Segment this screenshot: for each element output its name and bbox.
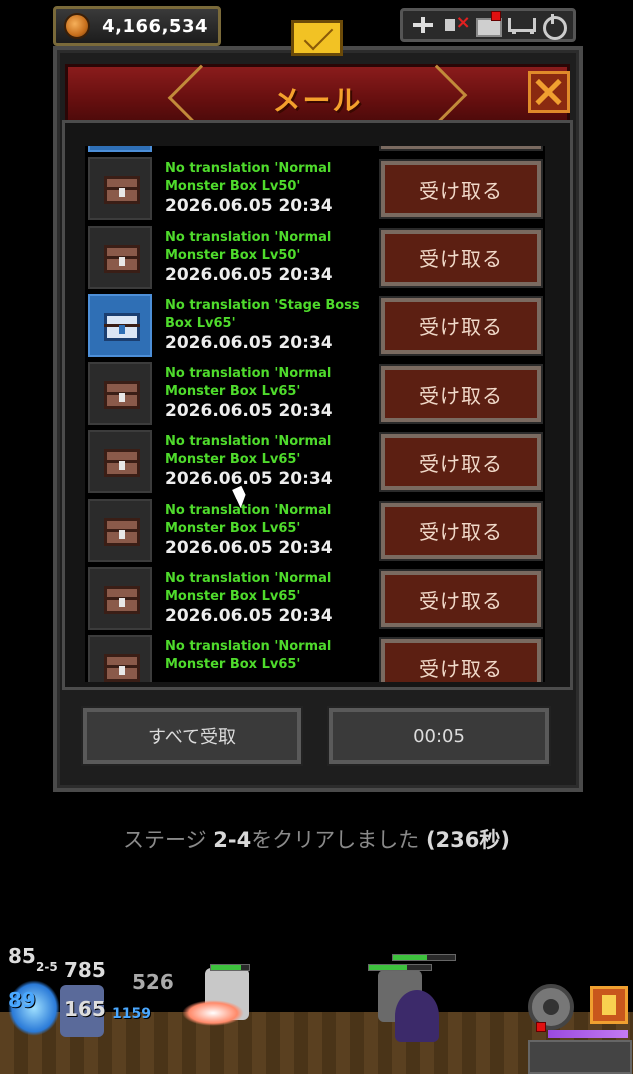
- claim-button[interactable]: 受け取る: [379, 227, 543, 288]
- mail-item-date: 2026.06.05 20:34: [165, 401, 333, 422]
- shop-cart-icon[interactable]: [507, 14, 537, 36]
- window-title: メール: [272, 84, 363, 117]
- mail-item-date: 2026.06.05 20:34: [165, 264, 333, 285]
- mail-row: No translation 'Normal Monster Box Lv65'…: [85, 496, 545, 564]
- hp-bar: [210, 964, 250, 971]
- enemy-hp-bar-2: [392, 954, 456, 961]
- xp-bar: [548, 1030, 628, 1038]
- monster-box-icon: [88, 567, 152, 631]
- monster-box-icon: [88, 225, 152, 289]
- bottom-right-panel[interactable]: [528, 1040, 632, 1074]
- witch-enemy: [395, 990, 439, 1042]
- alert-dot: [536, 1022, 546, 1032]
- mail-row: No translation 'Normal Monster Box Lv65'…: [85, 632, 545, 682]
- coin-icon: [64, 13, 90, 39]
- damage-number: 85: [8, 944, 36, 968]
- mail-item-date: 2026.06.05 20:34: [165, 537, 333, 558]
- damage-number: 1159: [112, 1006, 151, 1022]
- mail-item-date: 2026.06.05 20:34: [165, 332, 333, 353]
- mail-item-name: No translation 'Normal Monster Box Lv65': [165, 571, 332, 605]
- claim-button[interactable]: 受け取る: [379, 146, 543, 151]
- monster-box-icon: [88, 635, 152, 682]
- mail-item-name: No translation 'Normal Monster Box Lv65': [165, 639, 332, 673]
- mail-item-name: No translation 'Stage Boss Box Lv65': [165, 297, 360, 331]
- title-bar: メール: [65, 64, 570, 124]
- damage-number: 165: [64, 997, 106, 1021]
- mail-item-date: 2026.06.05 20:34: [165, 196, 333, 217]
- stage-prefix: ステージ: [123, 828, 214, 852]
- power-icon[interactable]: [540, 14, 567, 40]
- envelope-icon: [291, 20, 343, 56]
- claim-button[interactable]: 受け取る: [379, 569, 543, 630]
- top-icon-bar: [400, 8, 576, 42]
- sword-icon[interactable]: [410, 14, 436, 36]
- gold-display: 4,166,534: [53, 6, 221, 46]
- mail-item-name: No translation 'Normal Monster Box Lv50': [165, 161, 332, 195]
- monster-box-icon: [88, 498, 152, 562]
- stage-middle: をクリアしました: [251, 828, 426, 852]
- damage-number: 89: [8, 988, 36, 1012]
- timer-button[interactable]: 00:05: [327, 706, 551, 766]
- mute-icon[interactable]: [443, 12, 471, 36]
- monster-box-icon: [88, 362, 152, 426]
- mail-row: No translation 'Normal Monster Box Lv65'…: [85, 359, 545, 427]
- mail-row: No translation 'Stage Boss Box Lv65' 2026…: [85, 291, 545, 359]
- stage-clear-message: ステージ 2-4をクリアしました (236秒): [0, 824, 633, 854]
- claim-button[interactable]: 受け取る: [379, 432, 543, 493]
- stage-number: 2-4: [213, 828, 252, 852]
- mail-row: No translation 'Normal Monster Box Lv65'…: [85, 564, 545, 632]
- mail-item-date: 2026.06.05 20:34: [165, 606, 333, 627]
- mail-row: No translation 'Normal Monster Box Lv65'…: [85, 427, 545, 495]
- mail-item-date: 2026.06.05 20:34: [165, 469, 333, 490]
- claim-button[interactable]: 受け取る: [379, 159, 543, 220]
- mail-list[interactable]: 2026.06.05 20:34受け取るNo translation 'Norm…: [85, 146, 545, 682]
- close-button[interactable]: [528, 71, 570, 113]
- potion-skill-icon[interactable]: [590, 986, 628, 1024]
- mail-item-name: No translation 'Normal Monster Box Lv65': [165, 434, 332, 468]
- claim-button[interactable]: 受け取る: [379, 637, 543, 682]
- damage-number: 526: [132, 970, 174, 994]
- slash-effect: [182, 1000, 244, 1026]
- damage-number: 785: [64, 958, 106, 982]
- claim-button[interactable]: 受け取る: [379, 500, 543, 561]
- boss-box-icon: [88, 146, 152, 152]
- monster-box-icon: [88, 157, 152, 221]
- mail-row: 2026.06.05 20:34 受け取る: [85, 146, 545, 154]
- claim-button[interactable]: 受け取る: [379, 364, 543, 425]
- boss-box-icon: [88, 293, 152, 357]
- mail-row: No translation 'Normal Monster Box Lv50'…: [85, 223, 545, 291]
- notification-dot: [490, 11, 501, 21]
- stage-time: (236秒): [425, 828, 510, 852]
- gold-amount: 4,166,534: [102, 15, 208, 37]
- enemy-hp-bar: [368, 964, 432, 971]
- mail-icon[interactable]: [475, 11, 502, 37]
- gear-skill-icon[interactable]: [528, 984, 574, 1030]
- claim-button[interactable]: 受け取る: [379, 295, 543, 356]
- mail-item-name: No translation 'Normal Monster Box Lv50': [165, 229, 332, 263]
- stage-label: 2-5: [36, 960, 58, 974]
- monster-box-icon: [88, 430, 152, 494]
- mail-item-name: No translation 'Normal Monster Box Lv65': [165, 502, 332, 536]
- mail-item-date: 2026.06.05 20:34: [165, 146, 333, 148]
- mail-row: No translation 'Normal Monster Box Lv50'…: [85, 154, 545, 222]
- claim-all-button[interactable]: すべて受取: [81, 706, 303, 766]
- mail-item-name: No translation 'Normal Monster Box Lv65': [165, 366, 332, 400]
